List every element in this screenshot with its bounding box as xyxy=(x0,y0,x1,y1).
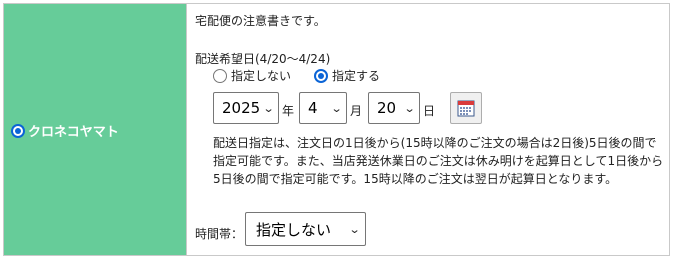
time-slot-select[interactable]: 指定しない ⌄ xyxy=(245,212,366,246)
chevron-down-icon: ⌄ xyxy=(330,101,343,115)
year-select-value: 2025 xyxy=(222,99,261,117)
calendar-button[interactable] xyxy=(450,92,482,124)
day-unit: 日 xyxy=(423,104,436,118)
month-select[interactable]: 4 ⌄ xyxy=(299,92,347,124)
time-slot-label: 時間帯： xyxy=(195,227,244,241)
description-line: 配送日指定は、注文日の1日後から(15時以降のご注文の場合は2日後)5日後の間で xyxy=(213,136,657,150)
date-specify-radio[interactable] xyxy=(314,68,328,83)
carrier-label: クロネコヤマト xyxy=(28,125,119,140)
shipping-method-row: クロネコヤマト 宅配便の注意書きです。 配送希望日(4/20～4/24) 指定し… xyxy=(3,3,670,256)
chevron-down-icon: ⌄ xyxy=(262,101,275,115)
carrier-radio[interactable] xyxy=(11,123,25,138)
chevron-down-icon: ⌄ xyxy=(348,222,361,236)
year-select[interactable]: 2025 ⌄ xyxy=(213,92,279,124)
date-specify-label: 指定する xyxy=(332,69,381,83)
date-unspecified-radio[interactable] xyxy=(213,68,227,83)
delivery-date-description: 配送日指定は、注文日の1日後から(15時以降のご注文の場合は2日後)5日後の間で… xyxy=(213,134,664,188)
month-unit: 月 xyxy=(350,104,363,118)
description-line: 指定可能です。また、当店発送休業日のご注文は休み明けを起算日として1日後から xyxy=(213,154,664,168)
carrier-cell: クロネコヤマト xyxy=(4,4,187,255)
chevron-down-icon: ⌄ xyxy=(403,101,416,115)
date-unspecified-label: 指定しない xyxy=(231,69,292,83)
delivery-options-cell: 宅配便の注意書きです。 配送希望日(4/20～4/24) 指定しない 指定する … xyxy=(187,4,669,255)
time-slot-value: 指定しない xyxy=(256,220,332,239)
delivery-date-label: 配送希望日(4/20～4/24) xyxy=(195,52,331,66)
carrier-option-kuroneko[interactable]: クロネコヤマト xyxy=(11,121,119,140)
day-select-value: 20 xyxy=(377,99,397,117)
month-select-value: 4 xyxy=(308,99,318,117)
description-line: 5日後の間で指定可能です。15時以降のご注文は翌日が起算日となります。 xyxy=(213,172,618,186)
day-select[interactable]: 20 ⌄ xyxy=(368,92,420,124)
date-option-unspecified[interactable]: 指定しない xyxy=(213,67,291,84)
delivery-note: 宅配便の注意書きです。 xyxy=(195,14,326,28)
calendar-icon xyxy=(457,100,475,117)
date-option-specify[interactable]: 指定する xyxy=(314,67,380,84)
year-unit: 年 xyxy=(282,104,295,118)
